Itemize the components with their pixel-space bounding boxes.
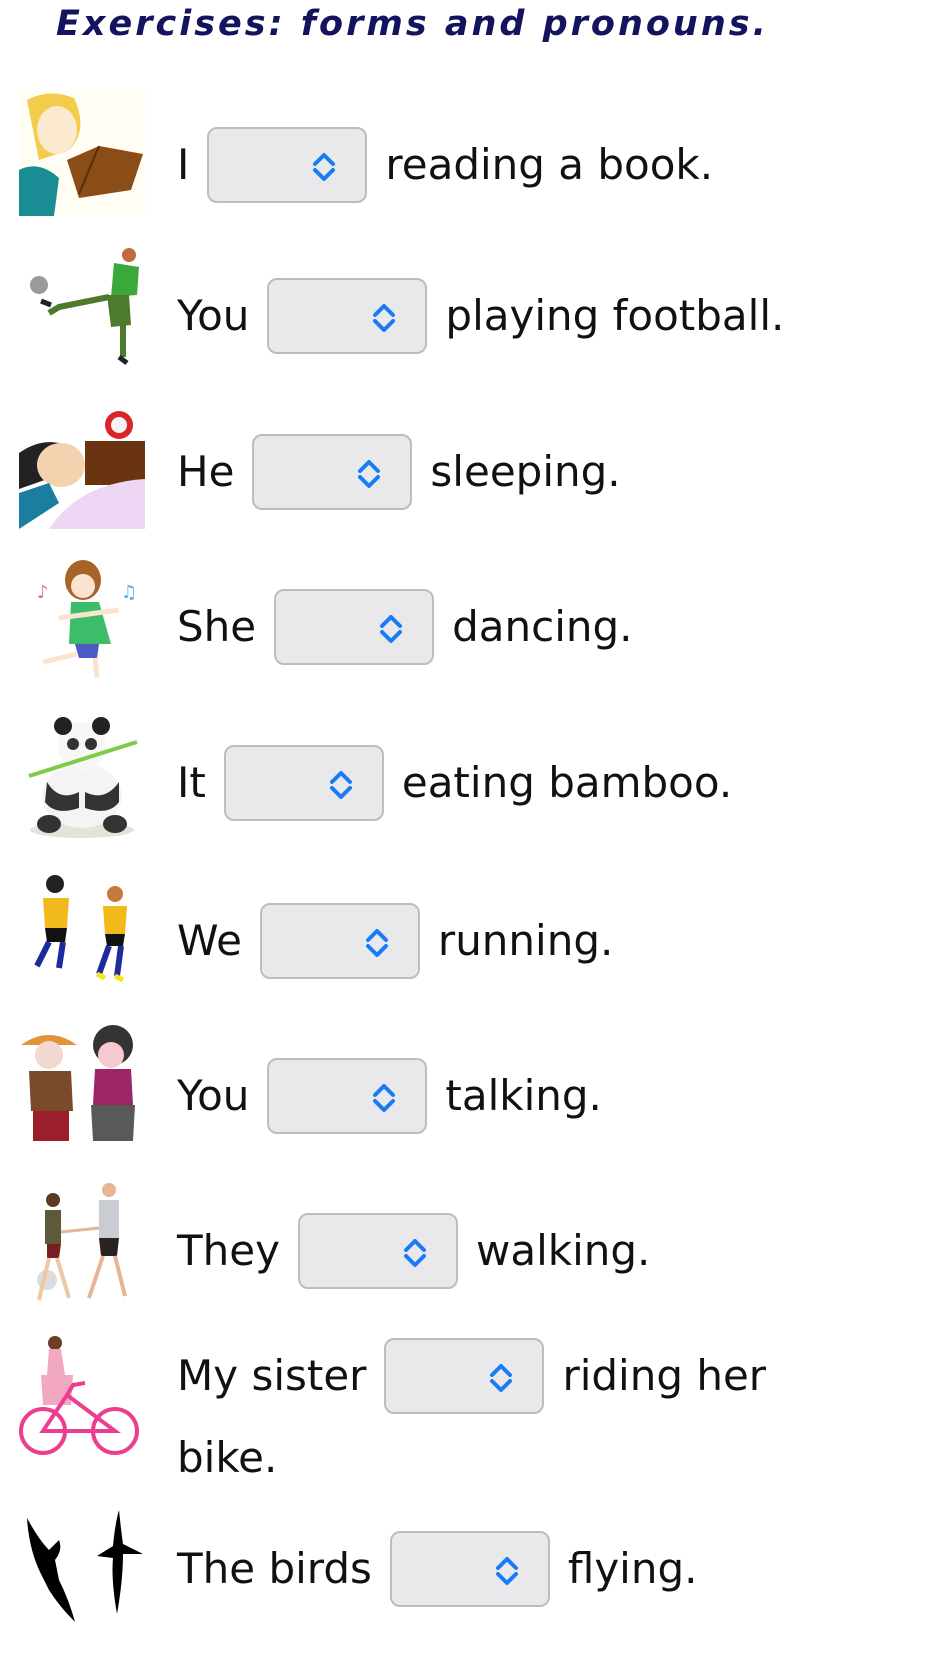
verb-select[interactable] [252,434,413,510]
rest-text: eating bamboo. [401,758,733,807]
two-boys-running-image [34,875,127,983]
chevron-up-down-icon [358,460,381,488]
verb-select[interactable] [389,1531,550,1607]
two-people-talking-image [21,1025,135,1141]
rest-text: running. [437,916,614,965]
girl-riding-bike-image [19,1336,139,1455]
chevron-up-down-icon [373,304,396,332]
subject-text: You [177,1071,250,1120]
subject-text: It [177,758,206,807]
subject-text: We [177,916,242,965]
boy-kicking-football-image [30,248,139,365]
verb-select[interactable] [267,1058,428,1134]
rest-text: reading a book. [385,140,714,189]
chevron-up-down-icon [403,1239,426,1267]
verb-select[interactable] [223,745,384,821]
girl-dancing-image: ♪ ♫ [37,560,137,679]
verb-select[interactable] [259,903,420,979]
rest-text: riding her [562,1351,767,1400]
subject-text: My sister [177,1351,367,1400]
rest-text: dancing. [452,602,633,651]
page-title: Exercises: forms and pronouns. [56,4,769,44]
subject-text: I [177,140,190,189]
chevron-up-down-icon [373,1084,396,1112]
chevron-up-down-icon [380,615,403,643]
chevron-up-down-icon [313,153,336,181]
verb-select[interactable] [267,278,428,354]
subject-text: They [177,1226,280,1275]
rest-text-line2: bike. [177,1433,278,1482]
rest-text: talking. [445,1071,602,1120]
verb-select[interactable] [207,127,368,203]
woman-reading-book-image [19,90,145,216]
svg-text:♪: ♪ [37,582,49,603]
subject-text: He [177,447,235,496]
rest-text: playing football. [445,291,785,340]
verb-select[interactable] [274,589,435,665]
rest-text: flying. [567,1544,698,1593]
svg-text:♫: ♫ [121,582,137,603]
chevron-up-down-icon [365,929,388,957]
chevron-up-down-icon [329,771,352,799]
verb-select[interactable] [384,1338,545,1414]
panda-eating-bamboo-image [28,717,138,838]
boy-sleeping-in-bed-image [19,403,145,529]
birds-flying-image [27,1510,143,1622]
subject-text: The birds [177,1544,372,1593]
rest-text: walking. [475,1226,651,1275]
rest-text: sleeping. [430,447,621,496]
chevron-up-down-icon [495,1557,518,1585]
subject-text: You [177,291,250,340]
couple-walking-image [37,1183,127,1301]
subject-text: She [177,602,257,651]
verb-select[interactable] [297,1213,458,1289]
chevron-up-down-icon [490,1364,513,1392]
